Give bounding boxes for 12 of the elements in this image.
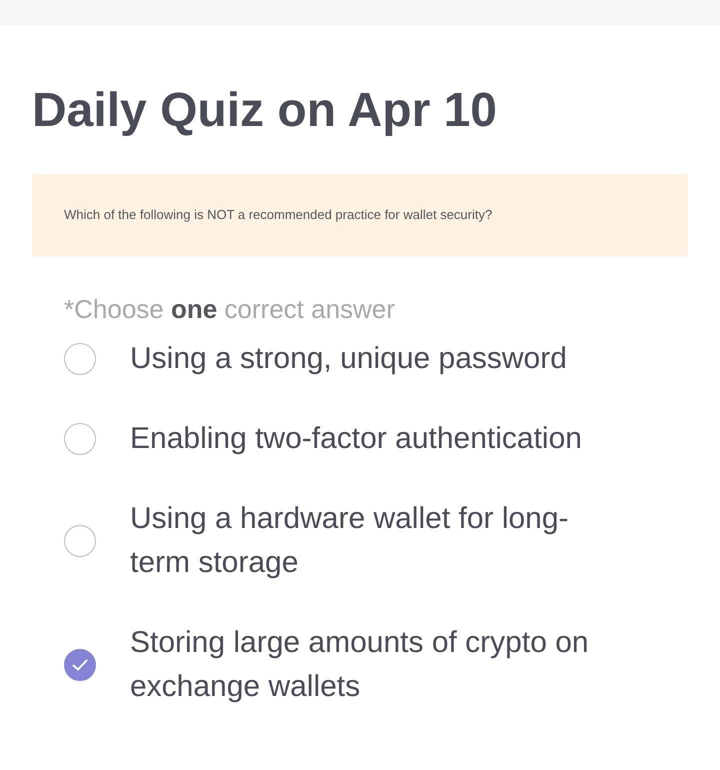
radio-button[interactable]	[64, 343, 96, 375]
question-text: Which of the following is NOT a recommended practice for wallet security?	[64, 207, 492, 222]
answer-option[interactable]: Enabling two-factor authentication	[130, 417, 582, 461]
radio-button[interactable]	[64, 649, 96, 681]
answer-option[interactable]: Using a hardware wallet for long-term storage	[130, 497, 625, 585]
check-icon	[72, 659, 88, 671]
instruction-text: *Choose one correct answer	[64, 293, 396, 325]
quiz-title: Daily Quiz on Apr 10	[32, 85, 498, 137]
answer-option[interactable]: Using a strong, unique password	[130, 337, 567, 381]
answer-option[interactable]: Storing large amounts of crypto on exchange wallets	[130, 621, 625, 709]
radio-button[interactable]	[64, 525, 96, 557]
radio-button[interactable]	[64, 423, 96, 455]
